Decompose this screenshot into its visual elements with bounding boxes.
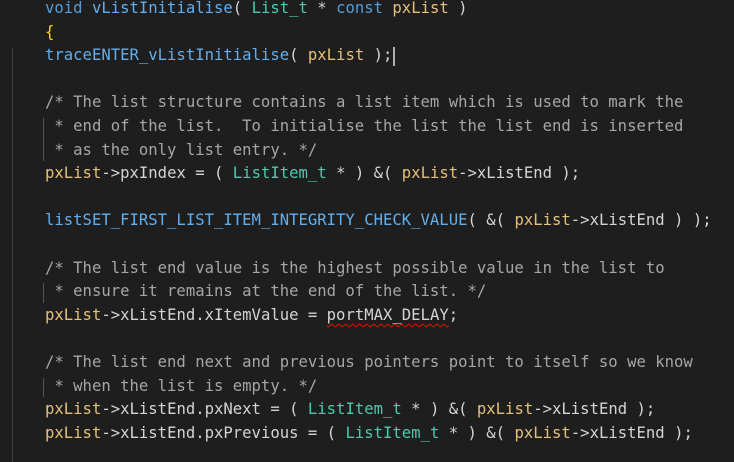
code-line[interactable]: pxList->xListEnd.xItemValue = portMAX_DE… [45,304,458,328]
code-token: listSET_FIRST_LIST_ITEM_INTEGRITY_CHECK_… [45,211,468,230]
code-token: -> [533,400,553,419]
code-token: ) [448,0,468,17]
code-token: -> [570,423,590,442]
code-token: xListEnd [589,423,665,442]
code-token: -> [570,211,590,230]
code-token: /* The list structure contains a list it… [45,93,684,112]
code-line[interactable]: * ensure it remains at the end of the li… [45,280,486,304]
code-token: traceENTER_vListInitialise [45,46,290,65]
code-token: = ( [185,164,233,183]
code-token: xListEnd.pxNext = ( [120,400,308,419]
comment-indent-guide [43,283,44,303]
text-cursor [393,46,396,66]
code-token: const [336,0,384,17]
code-token: pxList [392,0,449,17]
code-token: { [45,22,55,41]
code-line[interactable]: traceENTER_vListInitialise( pxList ); [45,44,392,68]
code-token: -> [101,423,121,442]
code-token: * end of the list. To initialise the lis… [45,117,684,135]
code-token: * [307,0,337,17]
code-token: * ) &( [326,164,402,183]
code-token: pxList [514,423,571,442]
code-line[interactable]: pxList->xListEnd.pxPrevious = ( ListItem… [45,422,693,446]
code-line[interactable]: listSET_FIRST_LIST_ITEM_INTEGRITY_CHECK_… [45,209,712,233]
code-token: /* The list end value is the highest pos… [45,258,665,277]
code-token: -> [101,164,121,183]
code-token: -> [458,164,477,183]
code-line[interactable]: { [45,21,54,45]
code-token: ( [289,46,308,65]
code-token: ); [664,423,693,442]
code-token: ( &( [467,211,515,230]
code-token: -> [101,305,121,324]
code-line[interactable]: /* The list end next and previous pointe… [45,351,693,375]
code-token: pxList [45,305,102,324]
code-token: pxList [45,400,102,419]
code-token: xListEnd.xItemValue = [120,305,327,324]
code-token: xListEnd.pxPrevious = ( [120,423,346,442]
code-token: pxList [401,164,459,183]
code-token: * ) &( [401,400,477,419]
code-token: xListEnd [552,400,628,419]
code-line[interactable]: pxList->xListEnd.pxNext = ( ListItem_t *… [45,398,655,422]
code-token: xListEnd [589,211,665,230]
code-token: List_t [251,0,308,17]
code-token: ListItem_t [232,164,327,183]
problem-squiggle: portMAX_DELAY [326,305,449,324]
code-line[interactable]: /* The list end value is the highest pos… [45,257,665,281]
code-line[interactable]: * when the list is empty. */ [45,375,317,399]
code-token: * when the list is empty. */ [45,376,318,395]
code-token: pxList [45,164,102,183]
code-token: ); [627,400,656,419]
code-token: ListItem_t [345,423,440,442]
comment-indent-guide [43,118,44,162]
code-editor[interactable]: void vListInitialise( List_t * const pxL… [0,0,734,462]
code-token: ListItem_t [307,400,402,419]
code-token: vListInitialise [91,0,233,17]
code-token: ( [232,0,252,17]
code-token: -> [101,400,121,419]
code-line[interactable]: * end of the list. To initialise the lis… [45,115,683,139]
indent-guide [12,48,13,462]
code-token: ); [364,46,393,65]
code-token: ); [552,164,581,183]
code-token: * ensure it remains at the end of the li… [45,282,487,301]
code-token: pxList [307,46,365,65]
comment-indent-guide [43,377,44,398]
code-line[interactable]: * as the only list entry. */ [45,139,317,163]
code-token: pxList [514,211,571,230]
code-token: pxIndex [120,164,186,183]
code-token: pxList [45,423,102,442]
code-line[interactable]: pxList->pxIndex = ( ListItem_t * ) &( px… [45,162,580,186]
code-token: ; [448,305,459,324]
code-token: * as the only list entry. */ [45,140,318,159]
code-token: /* The list end next and previous pointe… [45,353,693,371]
code-token: ) ); [664,211,712,230]
code-token: * ) &( [439,423,515,442]
code-token: pxList [476,400,534,419]
code-line[interactable]: void vListInitialise( List_t * const pxL… [45,0,468,21]
code-token: void [45,0,83,17]
code-line[interactable]: /* The list structure contains a list it… [45,91,683,115]
code-token: xListEnd [476,164,553,183]
